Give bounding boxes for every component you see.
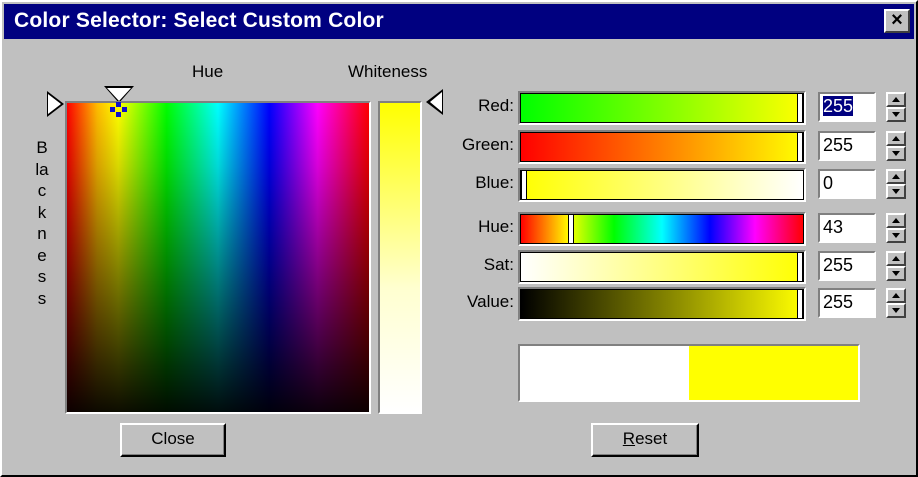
spin-up-button[interactable] [886, 251, 906, 266]
slider-label: Blue: [475, 173, 514, 192]
spinner [886, 169, 906, 199]
slider-gradient [520, 289, 804, 319]
value-text: 255 [823, 135, 854, 155]
window-title: Color Selector: Select Custom Color [14, 9, 384, 32]
slider-label: Value: [467, 292, 514, 311]
color-slider-track[interactable] [518, 287, 806, 321]
spin-down-button[interactable] [886, 228, 906, 243]
up-arrow-icon [892, 136, 900, 141]
value-text: 255 [823, 96, 854, 116]
slider-row: Red: 255 [2, 91, 918, 125]
slider-row: Blue: 0 [2, 168, 918, 202]
slider-label: Green: [462, 135, 514, 154]
spin-down-button[interactable] [886, 184, 906, 199]
slider-row: Sat: 255 [2, 250, 918, 284]
value-input[interactable]: 255 [818, 251, 876, 281]
color-slider-track[interactable] [518, 130, 806, 164]
color-slider-track[interactable] [518, 250, 806, 284]
slider-row: Green: 255 [2, 130, 918, 164]
value-text: 0 [823, 173, 834, 193]
value-input[interactable]: 255 [818, 92, 876, 122]
slider-gradient [520, 214, 804, 244]
value-text: 43 [823, 217, 844, 237]
down-arrow-icon [892, 189, 900, 194]
slider-thumb[interactable] [797, 290, 803, 318]
slider-gradient [520, 132, 804, 162]
slider-thumb[interactable] [568, 215, 574, 243]
value-text: 255 [823, 255, 854, 275]
color-slider-track[interactable] [518, 91, 806, 125]
down-arrow-icon [892, 151, 900, 156]
up-arrow-icon [892, 174, 900, 179]
slider-thumb[interactable] [797, 253, 803, 281]
down-arrow-icon [892, 308, 900, 313]
value-text: 255 [823, 292, 854, 312]
slider-thumb[interactable] [521, 171, 527, 199]
spinner [886, 251, 906, 281]
spin-up-button[interactable] [886, 92, 906, 107]
down-arrow-icon [892, 271, 900, 276]
down-arrow-icon [892, 112, 900, 117]
spinner [886, 213, 906, 243]
color-slider-track[interactable] [518, 168, 806, 202]
spin-up-button[interactable] [886, 169, 906, 184]
spinner [886, 288, 906, 318]
color-preview [518, 344, 860, 402]
spinner [886, 131, 906, 161]
spin-down-button[interactable] [886, 107, 906, 122]
slider-thumb[interactable] [797, 133, 803, 161]
value-input[interactable]: 43 [818, 213, 876, 243]
reset-label: eset [635, 429, 668, 448]
spin-down-button[interactable] [886, 146, 906, 161]
color-slider-track[interactable] [518, 212, 806, 246]
slider-row: Hue: 43 [2, 212, 918, 246]
spin-up-button[interactable] [886, 131, 906, 146]
value-input[interactable]: 0 [818, 169, 876, 199]
spin-down-button[interactable] [886, 303, 906, 318]
new-color-swatch [689, 346, 858, 400]
slider-gradient [520, 93, 804, 123]
close-button[interactable]: Close [120, 423, 226, 457]
color-selector-dialog: Color Selector: Select Custom Color × Hu… [0, 0, 918, 477]
up-arrow-icon [892, 97, 900, 102]
spin-up-button[interactable] [886, 213, 906, 228]
old-color-swatch [520, 346, 689, 400]
slider-row: Value: 255 [2, 287, 918, 321]
slider-thumb[interactable] [797, 94, 803, 122]
spin-down-button[interactable] [886, 266, 906, 281]
whiteness-label: Whiteness [348, 62, 428, 81]
down-arrow-icon [892, 233, 900, 238]
slider-label: Hue: [478, 217, 514, 236]
slider-gradient [520, 252, 804, 282]
up-arrow-icon [892, 256, 900, 261]
up-arrow-icon [892, 218, 900, 223]
spin-up-button[interactable] [886, 288, 906, 303]
spinner [886, 92, 906, 122]
reset-button[interactable]: Reset [591, 423, 699, 457]
title-bar: Color Selector: Select Custom Color × [4, 4, 914, 39]
slider-label: Sat: [483, 255, 514, 274]
slider-label: Red: [478, 96, 514, 115]
value-input[interactable]: 255 [818, 288, 876, 318]
reset-mnemonic: R [622, 429, 636, 448]
slider-gradient [520, 170, 804, 200]
close-window-button[interactable]: × [884, 9, 910, 33]
hue-axis-label: Hue [192, 62, 224, 81]
value-input[interactable]: 255 [818, 131, 876, 161]
up-arrow-icon [892, 293, 900, 298]
